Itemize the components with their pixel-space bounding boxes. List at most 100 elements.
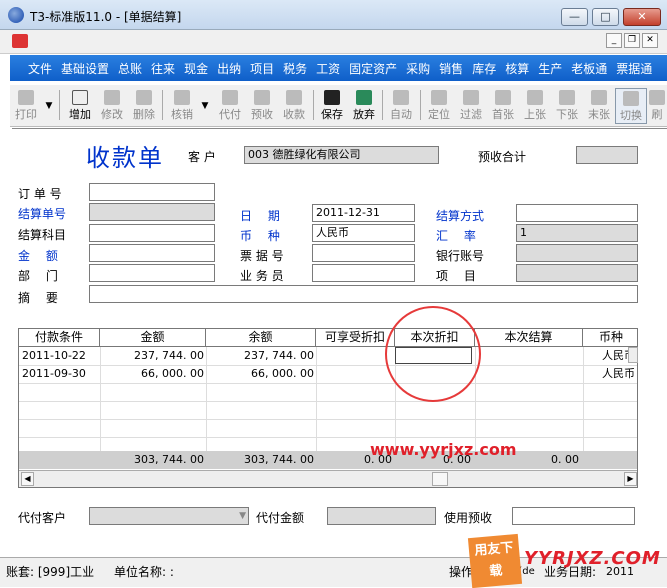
menu-file[interactable]: 文件 bbox=[28, 60, 52, 77]
menu-project[interactable]: 项目 bbox=[250, 60, 274, 77]
cell-balance[interactable]: 66, 000. 00 bbox=[206, 365, 314, 383]
proxy-button[interactable]: 代付 bbox=[214, 88, 246, 124]
proxy-customer-combo[interactable]: ▼ bbox=[89, 507, 249, 525]
toolbar-separator bbox=[59, 90, 60, 120]
last-button[interactable]: 末张 bbox=[583, 88, 615, 124]
col-header-amount[interactable]: 金额 bbox=[100, 329, 206, 347]
col-divider bbox=[583, 347, 584, 451]
prev-label: 上张 bbox=[524, 108, 546, 121]
date-field[interactable]: 2011-12-31 bbox=[312, 204, 415, 222]
col-header-currency[interactable]: 币种 bbox=[583, 329, 637, 347]
minimize-button[interactable]: — bbox=[561, 8, 588, 26]
modify-button[interactable]: 修改 bbox=[96, 88, 128, 124]
abandon-icon bbox=[356, 90, 372, 105]
bill-no-label: 票 据 号 bbox=[240, 249, 284, 263]
amount-label: 金 额 bbox=[18, 249, 58, 263]
menu-cash[interactable]: 现金 bbox=[184, 60, 208, 77]
auto-icon bbox=[393, 90, 409, 105]
scroll-right-arrow[interactable]: ▶ bbox=[624, 472, 637, 486]
col-header-eligible-discount[interactable]: 可享受折扣 bbox=[316, 329, 395, 347]
mdi-restore-button[interactable]: ❐ bbox=[624, 33, 640, 48]
cell-terms[interactable]: 2011-09-30 bbox=[22, 365, 100, 383]
next-button[interactable]: 下张 bbox=[551, 88, 583, 124]
cell-amount[interactable]: 66, 000. 00 bbox=[100, 365, 204, 383]
menu-basic-settings[interactable]: 基础设置 bbox=[61, 60, 109, 77]
menu-sales[interactable]: 销售 bbox=[439, 60, 463, 77]
menu-purchase[interactable]: 采购 bbox=[406, 60, 430, 77]
amount-field[interactable] bbox=[89, 244, 215, 262]
settle-method-field[interactable] bbox=[516, 204, 638, 222]
menu-production[interactable]: 生产 bbox=[538, 60, 562, 77]
use-prepay-field[interactable] bbox=[512, 507, 635, 525]
switch-button[interactable]: 切换 bbox=[615, 88, 647, 124]
menu-receivables[interactable]: 往来 bbox=[151, 60, 175, 77]
bank-account-field bbox=[516, 244, 638, 262]
first-button[interactable]: 首张 bbox=[487, 88, 519, 124]
add-button[interactable]: 增加 bbox=[64, 88, 96, 124]
receipt-button[interactable]: 收款 bbox=[278, 88, 310, 124]
next-label: 下张 bbox=[556, 108, 578, 121]
auto-button[interactable]: 自动 bbox=[385, 88, 417, 124]
refresh-button[interactable]: 刷 bbox=[647, 88, 667, 124]
toolbar-separator bbox=[420, 90, 421, 120]
close-button[interactable]: ✕ bbox=[623, 8, 661, 26]
col-header-balance[interactable]: 余额 bbox=[206, 329, 316, 347]
prepay-button[interactable]: 预收 bbox=[246, 88, 278, 124]
vertical-scroll-stub[interactable] bbox=[628, 347, 638, 363]
bank-account-label: 银行账号 bbox=[436, 249, 485, 263]
proxy-label: 代付 bbox=[219, 108, 241, 121]
scroll-thumb[interactable] bbox=[432, 472, 448, 486]
prev-button[interactable]: 上张 bbox=[519, 88, 551, 124]
writeoff-dropdown-arrow[interactable]: ▼ bbox=[198, 88, 212, 124]
col-header-current-settlement[interactable]: 本次结算 bbox=[475, 329, 583, 347]
mdi-close-button[interactable]: ✕ bbox=[642, 33, 658, 48]
scroll-left-arrow[interactable]: ◀ bbox=[21, 472, 34, 486]
first-label: 首张 bbox=[492, 108, 514, 121]
filter-icon bbox=[463, 90, 479, 105]
menu-payroll[interactable]: 工资 bbox=[316, 60, 340, 77]
currency-field[interactable]: 人民币 bbox=[312, 224, 415, 242]
abandon-button[interactable]: 放弃 bbox=[348, 88, 380, 124]
bill-no-field[interactable] bbox=[312, 244, 415, 262]
customer-field[interactable]: 003 德胜绿化有限公司 bbox=[244, 146, 439, 164]
cell-amount[interactable]: 237, 744. 00 bbox=[100, 347, 204, 365]
dept-field[interactable] bbox=[89, 264, 215, 282]
maximize-button[interactable]: □ bbox=[592, 8, 619, 26]
menu-fixed-assets[interactable]: 固定资产 bbox=[349, 60, 397, 77]
prepay-total-field bbox=[576, 146, 638, 164]
next-icon bbox=[559, 90, 575, 105]
menu-tax[interactable]: 税务 bbox=[283, 60, 307, 77]
proxy-amount-field bbox=[327, 507, 436, 525]
col-header-terms[interactable]: 付款条件 bbox=[19, 329, 100, 347]
horizontal-scrollbar[interactable]: ◀ ▶ bbox=[19, 470, 637, 487]
writeoff-button[interactable]: 核销 bbox=[166, 88, 198, 124]
filter-button[interactable]: 过滤 bbox=[455, 88, 487, 124]
delete-button[interactable]: 删除 bbox=[128, 88, 160, 124]
edit-icon bbox=[104, 90, 120, 105]
watermark-logo-text: 用友下载 bbox=[473, 540, 515, 580]
menu-general-ledger[interactable]: 总账 bbox=[118, 60, 142, 77]
menu-costing[interactable]: 核算 bbox=[505, 60, 529, 77]
locate-button[interactable]: 定位 bbox=[423, 88, 455, 124]
menu-cashier[interactable]: 出纳 bbox=[217, 60, 241, 77]
toolbar-separator bbox=[382, 90, 383, 120]
cell-terms[interactable]: 2011-10-22 bbox=[22, 347, 100, 365]
rate-label: 汇 率 bbox=[436, 229, 476, 243]
save-button[interactable]: 保存 bbox=[316, 88, 348, 124]
memo-field[interactable] bbox=[89, 285, 638, 303]
settle-subject-field[interactable] bbox=[89, 224, 215, 242]
menu-bills[interactable]: 票据通 bbox=[616, 60, 652, 77]
menu-bar: 文件 基础设置 总账 往来 现金 出纳 项目 税务 工资 固定资产 采购 销售 … bbox=[10, 55, 667, 81]
modify-label: 修改 bbox=[101, 108, 123, 121]
print-dropdown-arrow[interactable]: ▼ bbox=[42, 88, 56, 124]
toolbar: 打印 ▼ 增加 修改 删除 核销 ▼ 代付 预收 收款 保存 放弃 自动 定位 … bbox=[10, 85, 667, 127]
order-no-field[interactable] bbox=[89, 183, 215, 201]
menu-inventory[interactable]: 库存 bbox=[472, 60, 496, 77]
salesman-field[interactable] bbox=[312, 264, 415, 282]
prepay-icon bbox=[254, 90, 270, 105]
cell-balance[interactable]: 237, 744. 00 bbox=[206, 347, 314, 365]
mdi-minimize-button[interactable]: _ bbox=[606, 33, 622, 48]
menu-boss[interactable]: 老板通 bbox=[571, 60, 607, 77]
print-button[interactable]: 打印 bbox=[10, 88, 42, 124]
cell-currency[interactable]: 人民币 bbox=[602, 365, 637, 383]
